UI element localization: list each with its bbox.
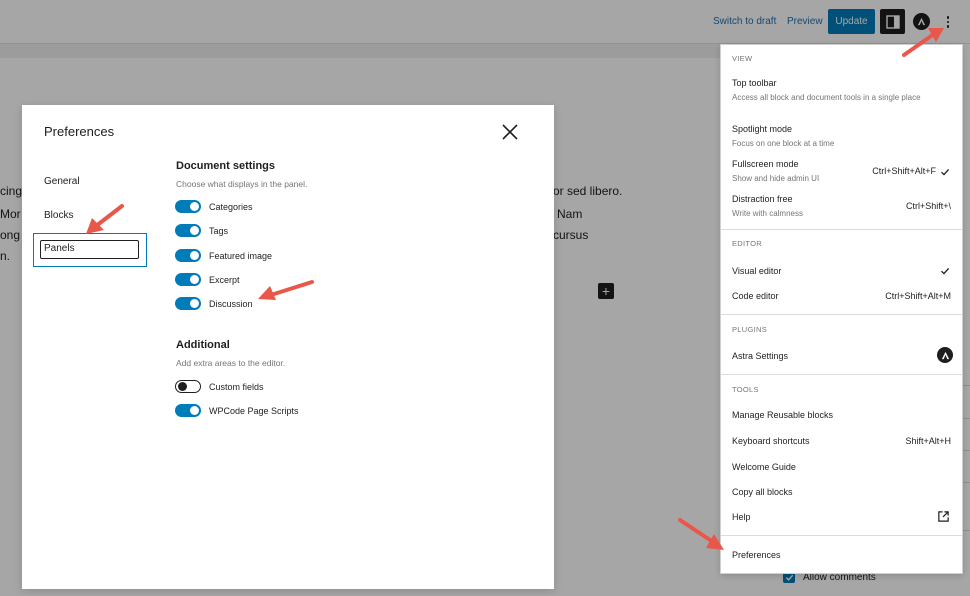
toggle-label: Discussion [209,298,253,309]
menu-item-code-editor[interactable]: Code editor [732,291,779,301]
categories-toggle-row[interactable]: Categories [175,200,253,213]
keyboard-shortcuts-key: Shift+Alt+H [905,436,951,446]
toggle-label: WPCode Page Scripts [209,405,299,416]
tab-panels-highlight: Panels [33,233,147,267]
discussion-toggle[interactable] [175,297,201,310]
code-editor-shortcut: Ctrl+Shift+Alt+M [885,291,951,301]
annotation-arrow-icon [258,280,314,300]
featured-image-toggle-row[interactable]: Featured image [175,249,272,262]
menu-separator [721,229,962,230]
menu-group-view-heading: VIEW [732,54,753,63]
tags-toggle[interactable] [175,224,201,237]
menu-separator [721,374,962,375]
menu-item-distraction-free[interactable]: Distraction free [732,194,793,204]
menu-item-fullscreen-mode[interactable]: Fullscreen mode [732,159,799,169]
menu-item-spotlight-mode[interactable]: Spotlight mode [732,124,792,134]
annotation-arrow-icon [86,204,124,234]
menu-item-visual-editor[interactable]: Visual editor [732,266,781,276]
fullscreen-shortcut: Ctrl+Shift+Alt+F [872,166,936,176]
tab-panels[interactable]: Panels [40,240,139,259]
tab-blocks[interactable]: Blocks [44,210,73,221]
menu-item-keyboard-shortcuts[interactable]: Keyboard shortcuts [732,436,810,446]
excerpt-toggle-row[interactable]: Excerpt [175,273,240,286]
menu-separator [721,314,962,315]
menu-item-top-toolbar[interactable]: Top toolbar [732,78,777,88]
toggle-label: Excerpt [209,274,240,285]
menu-item-description: Write with calmness [732,209,803,218]
categories-toggle[interactable] [175,200,201,213]
astra-logo-icon [937,347,953,363]
document-settings-title: Document settings [176,160,276,172]
excerpt-toggle[interactable] [175,273,201,286]
annotation-arrow-icon [902,28,944,57]
menu-item-copy-all-blocks[interactable]: Copy all blocks [732,487,793,497]
wpcode-page-scripts-toggle[interactable] [175,404,201,417]
external-link-icon [938,511,949,522]
discussion-toggle-row[interactable]: Discussion [175,297,253,310]
menu-item-help[interactable]: Help [732,512,751,522]
toggle-label: Categories [209,201,253,212]
preferences-modal: Preferences General Blocks Panels Docume… [22,105,554,589]
menu-item-welcome-guide[interactable]: Welcome Guide [732,462,796,472]
custom-fields-toggle-row[interactable]: Custom fields [175,380,264,393]
menu-item-preferences[interactable]: Preferences [732,550,781,560]
close-button[interactable] [499,121,521,143]
custom-fields-toggle[interactable] [175,380,201,393]
additional-title: Additional [176,339,230,351]
wpcode-page-scripts-toggle-row[interactable]: WPCode Page Scripts [175,404,299,417]
checkmark-icon [941,168,950,176]
options-dropdown-menu: VIEW Top toolbar Access all block and do… [720,44,963,574]
menu-item-description: Access all block and document tools in a… [732,93,921,102]
modal-title: Preferences [44,124,115,139]
document-settings-description: Choose what displays in the panel. [176,179,308,189]
menu-group-editor-heading: EDITOR [732,239,762,248]
toggle-label: Tags [209,225,229,236]
distraction-free-shortcut: Ctrl+Shift+\ [905,201,951,211]
toggle-label: Featured image [209,250,273,261]
tab-general[interactable]: General [44,176,80,187]
close-icon [502,124,518,140]
additional-description: Add extra areas to the editor. [176,358,286,368]
menu-group-tools-heading: TOOLS [732,385,759,394]
menu-group-plugins-heading: PLUGINS [732,325,768,334]
featured-image-toggle[interactable] [175,249,201,262]
menu-item-astra-settings[interactable]: Astra Settings [732,351,788,361]
menu-item-manage-reusable-blocks[interactable]: Manage Reusable blocks [732,410,833,420]
menu-separator [721,535,962,536]
toggle-label: Custom fields [209,381,264,392]
annotation-arrow-icon [678,518,724,550]
checkmark-icon [941,267,950,275]
menu-item-description: Focus on one block at a time [732,139,835,148]
tags-toggle-row[interactable]: Tags [175,224,228,237]
